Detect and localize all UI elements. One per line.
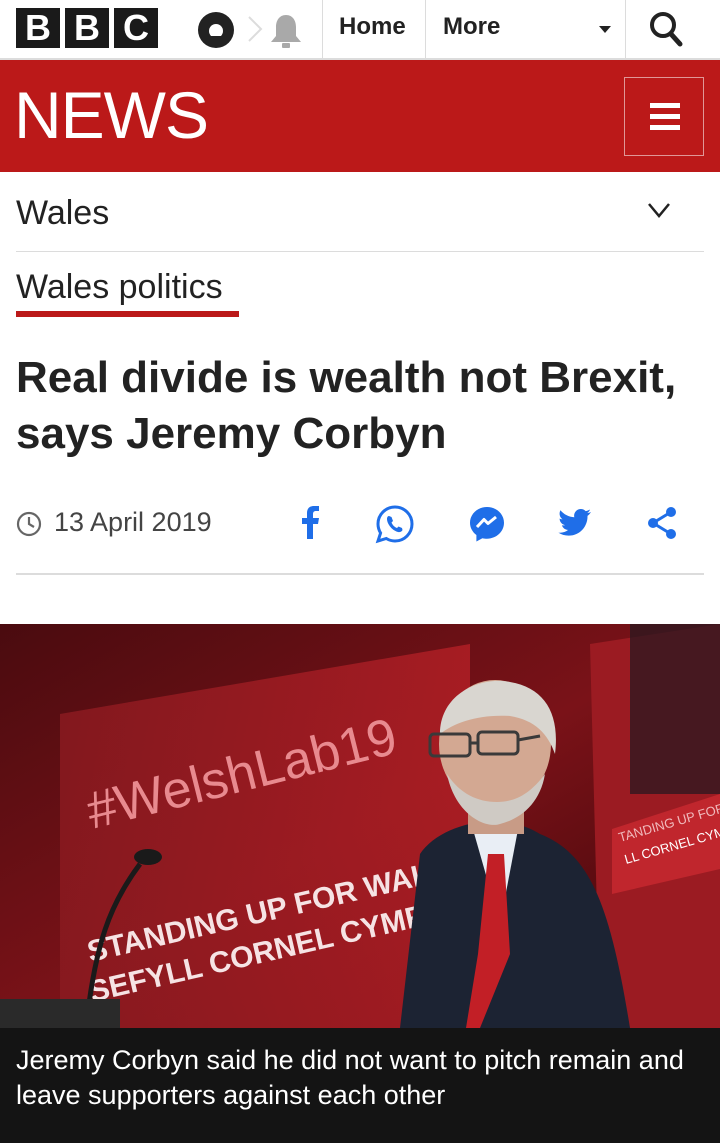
bbc-logo[interactable]: B B C xyxy=(16,8,158,48)
nav-more-dropdown[interactable]: More xyxy=(425,0,625,58)
nav-home-link[interactable]: Home xyxy=(322,0,425,58)
image-caption: Jeremy Corbyn said he did not want to pi… xyxy=(0,1028,720,1143)
article-date: 13 April 2019 xyxy=(54,507,212,537)
article-meta: 13 April 2019 xyxy=(16,495,704,575)
whatsapp-icon[interactable] xyxy=(374,503,416,545)
bbc-logo-block: C xyxy=(114,8,158,48)
chevron-right-icon xyxy=(248,16,263,42)
clock-icon xyxy=(16,511,42,537)
search-button[interactable] xyxy=(625,0,701,58)
twitter-icon[interactable] xyxy=(554,503,594,543)
nav-more-label: More xyxy=(443,13,501,40)
top-bar: B B C Home More xyxy=(0,0,720,60)
hamburger-icon[interactable] xyxy=(624,77,704,156)
article-headline: Real divide is wealth not Brexit, says J… xyxy=(16,353,677,458)
bbc-logo-block: B xyxy=(65,8,109,48)
section-selector[interactable]: Wales xyxy=(16,172,704,252)
top-nav: Home More xyxy=(322,0,701,58)
share-icon[interactable] xyxy=(644,503,680,543)
search-icon xyxy=(650,12,683,47)
subsection-link[interactable]: Wales politics xyxy=(16,268,223,311)
bbc-logo-block: B xyxy=(16,8,60,48)
chevron-down-icon xyxy=(648,203,670,218)
section-label: Wales xyxy=(16,194,110,232)
subsection-underline xyxy=(16,311,239,317)
caret-down-icon xyxy=(599,26,611,33)
facebook-icon[interactable] xyxy=(296,503,324,543)
messenger-icon[interactable] xyxy=(466,503,508,545)
news-logo[interactable]: NEWS xyxy=(14,82,209,148)
news-banner: NEWS xyxy=(0,60,720,172)
account-icon[interactable] xyxy=(196,10,236,50)
article-hero-image: TANDING UP FOR W LL CORNEL CYM #WelshLab… xyxy=(0,624,720,1028)
bell-icon[interactable] xyxy=(268,12,304,50)
